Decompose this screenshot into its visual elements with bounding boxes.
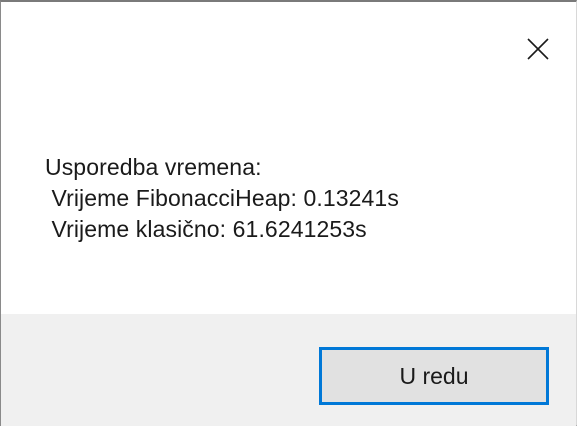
message-text: Usporedba vremena: Vrijeme FibonacciHeap…: [45, 152, 545, 245]
message-fibonacci-time: Vrijeme FibonacciHeap: 0.13241s: [45, 185, 399, 211]
close-button[interactable]: [507, 20, 569, 78]
title-bar: [1, 2, 576, 92]
close-x-icon: [527, 38, 549, 60]
message-box-dialog: Usporedba vremena: Vrijeme FibonacciHeap…: [0, 0, 577, 426]
button-footer: U redu: [1, 314, 576, 426]
ok-button[interactable]: U redu: [319, 347, 549, 405]
message-classic-time: Vrijeme klasično: 61.6241253s: [45, 216, 367, 242]
message-heading: Usporedba vremena:: [45, 154, 262, 180]
